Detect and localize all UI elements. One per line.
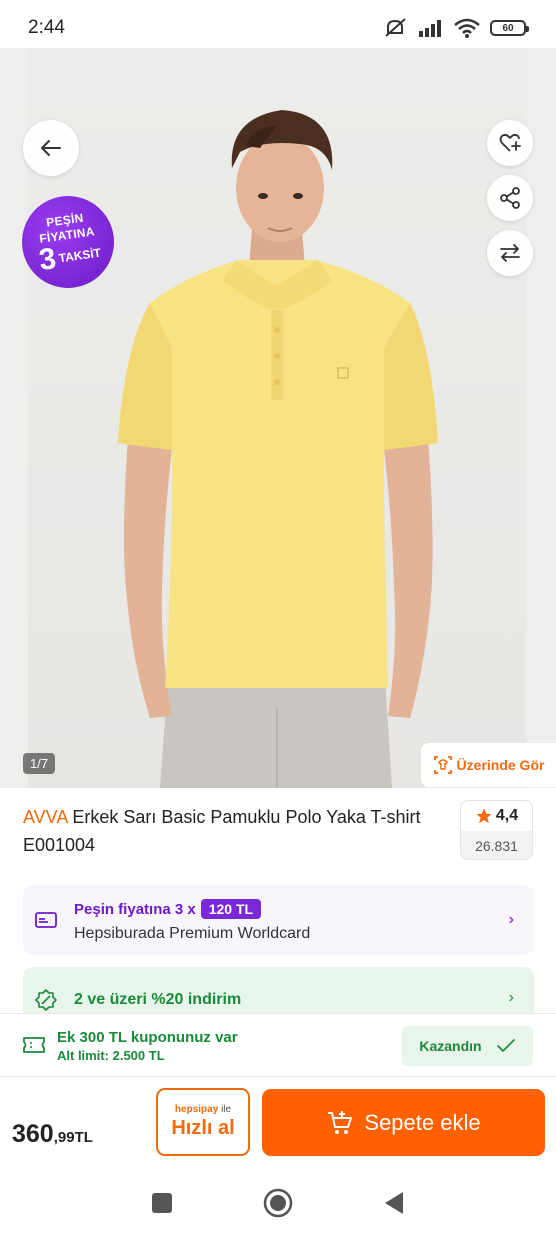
- hepsipay-logo: hepsipay ile: [175, 1104, 231, 1115]
- badge-word: TAKSİT: [57, 245, 102, 266]
- signal-icon: [419, 20, 441, 37]
- product-photo-model-yellow-polo: [118, 110, 438, 788]
- product-name: Erkek Sarı Basic Pamuklu Polo Yaka T-shi…: [23, 807, 421, 855]
- compare-button[interactable]: [487, 230, 533, 276]
- discount-text: 2 ve üzeri %20 indirim: [74, 991, 242, 1008]
- rating-value: 4,4: [495, 807, 519, 824]
- chevron-right-icon: ›: [508, 911, 514, 928]
- recents-icon[interactable]: [151, 1192, 173, 1214]
- share-button[interactable]: [487, 175, 533, 221]
- installment-card-name: Hepsiburada Premium Worldcard: [74, 925, 311, 942]
- hepsipay-brand: hepsipay: [174, 1104, 219, 1115]
- rating-score: 4,4: [461, 801, 532, 831]
- coupon-title: Ek 300 TL kuponunuz var: [57, 1029, 238, 1046]
- product-brand-link[interactable]: AVVA: [23, 807, 67, 827]
- add-to-cart-button[interactable]: Sepete ekle: [262, 1089, 545, 1156]
- coupon-limit: Alt limit: 2.500 TL: [57, 1048, 165, 1063]
- system-nav-bar: [0, 1170, 556, 1235]
- image-page-indicator: 1/7: [23, 753, 56, 774]
- installment-prefix: Peşin fiyatına 3 x: [74, 900, 196, 918]
- add-to-favorites-button[interactable]: [487, 120, 533, 166]
- price-decimal: ,99TL: [53, 1129, 93, 1146]
- review-count: 26.831: [461, 831, 532, 859]
- cart-plus-icon: [328, 1110, 353, 1134]
- back-button[interactable]: [23, 120, 79, 176]
- discount-tag-icon: [35, 989, 57, 1011]
- installment-card[interactable]: Peşin fiyatına 3 x 120 TL Hepsiburada Pr…: [23, 885, 534, 955]
- try-on-icon: [433, 756, 452, 774]
- coupon-icon: [23, 1037, 45, 1053]
- coupon-bar[interactable]: Ek 300 TL kuponunuz var Alt limit: 2.500…: [0, 1013, 556, 1077]
- quick-buy-button[interactable]: hepsipay ile Hızlı al: [156, 1088, 250, 1156]
- badge-number: 3: [36, 242, 59, 278]
- compare-icon: [500, 244, 520, 262]
- product-image-gallery[interactable]: PEŞİN FİYATINA 3 TAKSİT 1/7 Üzerinde Gör: [0, 48, 556, 788]
- coupon-won-label: Kazandın: [419, 1038, 482, 1054]
- try-on-button[interactable]: Üzerinde Gör: [421, 743, 556, 787]
- badge-line3: 3 TAKSİT: [36, 239, 102, 278]
- mute-icon: [385, 18, 406, 37]
- rating-box[interactable]: 4,4 26.831: [460, 800, 533, 860]
- product-price: 360,99TL: [12, 1120, 93, 1149]
- coupon-won-button[interactable]: Kazandın: [402, 1026, 533, 1066]
- credit-card-icon: [35, 912, 57, 928]
- status-time: 2:44: [28, 17, 65, 38]
- wifi-icon: [454, 18, 480, 38]
- try-on-label: Üzerinde Gör: [456, 757, 545, 773]
- price-integer: 360: [12, 1120, 54, 1148]
- chevron-right-icon: ›: [508, 989, 514, 1006]
- battery-icon: 60: [490, 20, 529, 36]
- check-icon: [496, 1039, 515, 1052]
- add-to-cart-label: Sepete ekle: [364, 1109, 481, 1135]
- hepsipay-ile: ile: [221, 1104, 232, 1115]
- share-icon: [500, 187, 520, 209]
- battery-level: 60: [502, 22, 514, 34]
- product-title: AVVA Erkek Sarı Basic Pamuklu Polo Yaka …: [23, 803, 443, 859]
- bottom-action-bar: 360,99TL hepsipay ile Hızlı al Sepete ek…: [0, 1078, 556, 1170]
- installment-amount: 120 TL: [200, 899, 262, 919]
- quick-buy-label: Hızlı al: [171, 1117, 235, 1139]
- back-arrow-icon: [41, 140, 61, 156]
- star-icon: [476, 808, 492, 824]
- status-icons: 60: [384, 18, 529, 38]
- home-icon[interactable]: [263, 1188, 293, 1218]
- installment-line: Peşin fiyatına 3 x 120 TL: [74, 899, 262, 919]
- heart-plus-icon: [499, 133, 521, 152]
- back-nav-icon[interactable]: [383, 1191, 405, 1215]
